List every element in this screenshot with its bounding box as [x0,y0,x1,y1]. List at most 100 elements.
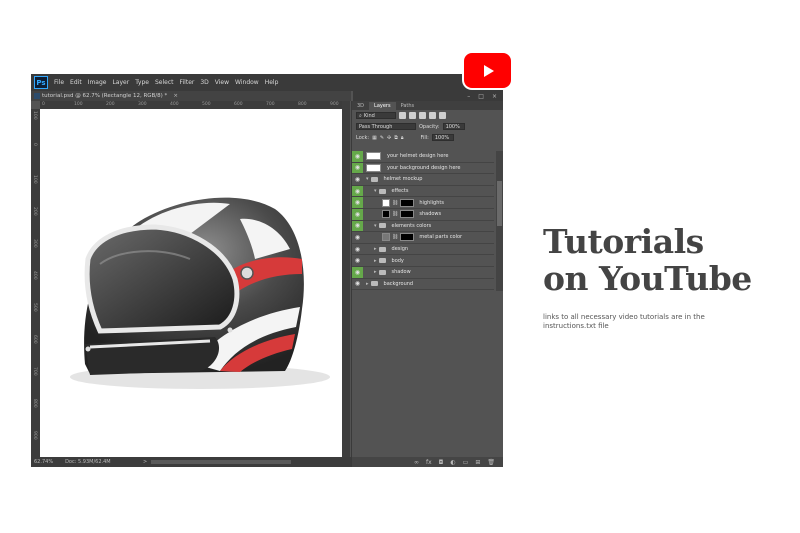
layer-thumbnail [382,233,390,242]
document-tab[interactable]: tutorial.psd @ 62.7% (Rectangle 12, RGB/… [31,91,351,101]
panel-footer: ∞ fx ◘ ◐ ▭ ⊞ 🗑︎ [352,457,503,467]
visibility-eye-icon[interactable]: ◉ [352,266,363,278]
visibility-eye-icon[interactable]: ◉ [352,220,363,232]
layer-row[interactable]: ◉ ▾ effects [352,185,494,198]
menu-item-filter[interactable]: Filter [180,79,195,86]
canvas-horizontal-scrollbar[interactable] [151,460,291,464]
menu-item-file[interactable]: File [54,79,64,86]
menu-item-layer[interactable]: Layer [112,79,129,86]
ruler-v-label: 300 [32,239,37,248]
layer-name: your background design here [387,164,461,171]
link-layers-icon[interactable]: ∞ [414,459,419,466]
menu-item-window[interactable]: Window [235,79,259,86]
zoom-level[interactable]: 62.74% [34,459,53,465]
ruler-h-label: 400 [170,102,179,107]
smart-object-filter-icon[interactable] [439,112,446,119]
layer-mask-thumbnail [400,210,415,219]
blend-row: Pass Through Opacity: 100% [352,121,503,132]
visibility-eye-icon[interactable]: ◉ [352,151,363,162]
document-canvas[interactable] [40,109,342,458]
minimize-button[interactable]: – [467,93,470,100]
menu-item-select[interactable]: Select [155,79,174,86]
chevron-right-icon[interactable]: ▸ [374,269,377,275]
layer-row[interactable]: ◉ ⛓︎ highlights [352,197,494,209]
opacity-field[interactable]: 100% [442,123,465,130]
type-filter-icon[interactable] [419,112,426,119]
layer-row[interactable]: ◉ ▸ design [352,244,494,256]
ruler-v-label: 600 [32,335,37,344]
visibility-eye-icon[interactable]: ◉ [352,197,363,208]
chain-link-icon[interactable]: ⛓︎ [392,200,398,206]
menu-item-3d[interactable]: 3D [200,79,208,86]
visibility-eye-icon[interactable]: ◉ [352,185,363,197]
layer-row[interactable]: ◉ ⛓︎ shadows [352,208,494,221]
close-tab-icon[interactable]: × [173,93,178,99]
visibility-eye-icon[interactable]: ◉ [352,244,363,255]
chevron-down-icon[interactable]: ▾ [374,223,377,229]
menu-item-image[interactable]: Image [88,79,107,86]
layer-row[interactable]: ◉ your background design here [352,162,494,175]
adjustment-filter-icon[interactable] [409,112,416,119]
chevron-right-icon[interactable]: ▸ [374,246,377,252]
chevron-right-icon[interactable]: ▸ [366,281,369,287]
layers-scrollbar[interactable] [496,151,503,291]
layer-row[interactable]: ◉ ▾ elements colors [352,220,494,233]
folder-icon [378,188,386,194]
shape-filter-icon[interactable] [429,112,436,119]
pixel-filter-icon[interactable] [399,112,406,119]
layer-row[interactable]: ◉ your helmet design here [352,151,494,163]
visibility-eye-icon[interactable]: ◉ [352,162,363,174]
layer-row[interactable]: ◉ ▸ body [352,255,494,267]
layer-row[interactable]: ◉ ▸ shadow [352,266,494,279]
chain-link-icon[interactable]: ⛓︎ [392,211,398,217]
window-controls: – □ × [353,91,503,101]
adjustment-layer-icon[interactable]: ◐ [450,459,455,466]
layers-scrollbar-thumb[interactable] [497,181,502,226]
menu-item-view[interactable]: View [215,79,229,86]
layer-style-icon[interactable]: fx [426,459,432,466]
delete-layer-icon[interactable]: 🗑︎ [487,459,495,466]
lock-all-icon[interactable]: 🔒︎ [401,135,404,141]
lock-pixels-icon[interactable]: ▦ [372,135,377,141]
close-window-button[interactable]: × [492,93,497,100]
lock-artboard-icon[interactable]: ⧉ [394,135,398,141]
tab-layers[interactable]: Layers [369,102,396,110]
layer-name: effects [391,188,409,195]
headline-line-1: Tutorials [543,222,704,261]
new-layer-icon[interactable]: ⊞ [475,459,480,466]
headline-line-2: on YouTube [543,259,752,298]
chevron-down-icon[interactable]: ▾ [374,188,377,194]
new-group-icon[interactable]: ▭ [463,459,469,466]
visibility-eye-icon[interactable]: ◉ [352,208,363,220]
fill-field[interactable]: 100% [431,134,454,141]
chevron-down-icon[interactable]: ▾ [366,176,369,182]
maximize-button[interactable]: □ [478,93,484,100]
chevron-right-icon[interactable]: ▸ [374,258,377,264]
ruler-v-label: 0 [32,143,37,146]
chain-link-icon[interactable]: ⛓︎ [392,234,398,240]
layer-row[interactable]: ◉ ▸ background [352,279,494,291]
fill-label: Fill: [420,134,429,141]
smart-object-thumbnail [366,163,381,172]
menu-bar: Ps File Edit Image Layer Type Select Filter 3D V… [31,74,503,91]
layer-row[interactable]: ◉ ⛓︎ metal parts color [352,232,494,244]
ruler-h-label: 900 [330,102,339,107]
visibility-eye-icon[interactable]: ◉ [352,232,363,243]
menu-item-edit[interactable]: Edit [70,79,82,86]
status-arrow-icon[interactable]: > [143,459,147,465]
lock-position-icon[interactable]: ✣ [387,135,391,141]
add-mask-icon[interactable]: ◘ [439,459,444,466]
visibility-eye-icon[interactable]: ◉ [352,279,363,290]
blend-mode-select[interactable]: Pass Through [356,123,416,130]
layer-row[interactable]: ◉ ▾ helmet mockup [352,174,494,186]
menu-item-help[interactable]: Help [265,79,279,86]
search-icon: ⌕ [359,112,362,119]
tab-paths[interactable]: Paths [396,102,420,110]
menu-item-type[interactable]: Type [135,79,149,86]
kind-filter-select[interactable]: ⌕ Kind [356,112,396,119]
tab-3d[interactable]: 3D [352,102,369,110]
lock-paint-icon[interactable]: ✎ [380,135,384,141]
visibility-eye-icon[interactable]: ◉ [352,255,363,266]
canvas-vertical-scrollbar[interactable] [342,101,350,458]
visibility-eye-icon[interactable]: ◉ [352,174,363,185]
